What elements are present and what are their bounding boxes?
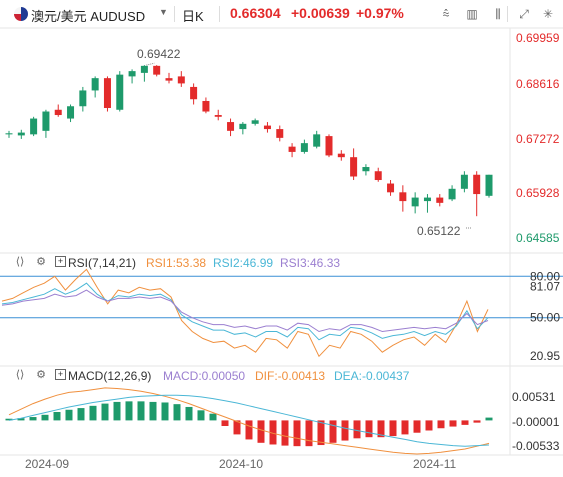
candle-body	[387, 183, 395, 193]
macd-histogram-bar	[341, 420, 349, 441]
candle-body	[399, 192, 407, 202]
chart-app: 澳元/美元 AUDUSD ▼ 日K 0.66304 +0.00639 +0.97…	[0, 0, 563, 477]
macd-histogram-bar	[149, 401, 157, 421]
macd-histogram-bar	[389, 420, 397, 437]
macd-histogram-bar	[245, 420, 253, 440]
high-marker	[146, 62, 155, 66]
price-axis-tick-label: 0.69959	[516, 31, 560, 45]
candle-body	[17, 132, 25, 136]
candle-body	[42, 111, 50, 131]
candle-body	[473, 174, 481, 195]
candle-body	[239, 123, 247, 130]
candle-body	[79, 90, 87, 107]
macd-histogram-bar	[485, 417, 493, 421]
candle-body	[263, 125, 271, 130]
candle-body	[423, 197, 431, 202]
candle-body	[460, 174, 468, 189]
time-axis-tick-label: 2024-11	[413, 457, 456, 471]
price-axis-tick-label: 0.68616	[516, 77, 560, 91]
low-annotation: 0.65122	[417, 224, 461, 238]
macd-histogram-bar	[425, 420, 433, 431]
candle-body	[190, 86, 198, 100]
macd-histogram-bar	[125, 401, 133, 421]
macd-histogram-bar	[221, 420, 229, 426]
macd-axis-tick-label: 0.00531	[512, 390, 556, 404]
candle-body	[54, 109, 62, 116]
macd-histogram-bar	[197, 410, 205, 421]
candle-body	[91, 78, 99, 91]
candle-body	[350, 157, 358, 177]
macd-histogram-bar	[329, 420, 337, 443]
macd-histogram-bar	[137, 401, 145, 421]
price-axis-tick-label: 0.65928	[516, 186, 560, 200]
macd-histogram-bar	[449, 420, 457, 427]
candle-body	[214, 115, 222, 117]
macd-histogram-bar	[29, 417, 37, 421]
macd-histogram-bar	[473, 420, 481, 423]
chart-canvas[interactable]: 0.69422 0.65122 0.69959 0.68616 0.67272 0.65…	[0, 0, 563, 477]
macd-histogram-bar	[173, 404, 181, 421]
candle-body	[313, 134, 321, 147]
macd-histogram-bar	[101, 403, 109, 421]
macd-histogram-bar	[65, 409, 73, 421]
candle-body	[116, 74, 124, 110]
candle-body	[128, 71, 136, 77]
candle-body	[165, 78, 173, 81]
rsi-axis-tick-label: 50.00	[530, 311, 560, 325]
candle-body	[276, 129, 284, 138]
price-axis-tick-label: 0.67272	[516, 132, 560, 146]
candle-body	[30, 118, 38, 135]
candle-body	[436, 197, 444, 203]
candle-body	[202, 100, 210, 112]
macd-histogram-bar	[53, 412, 61, 421]
macd-histogram-bar	[77, 408, 85, 421]
rsi-axis-tick-label: 81.07	[530, 279, 560, 293]
candle-body	[485, 174, 493, 196]
macd-histogram-bar	[113, 401, 121, 421]
macd-histogram-bar	[401, 420, 409, 435]
candle-body	[67, 106, 75, 119]
macd-histogram-bar	[413, 420, 421, 433]
rsi-series-rsi3	[1, 289, 489, 333]
rsi-axis-tick-label: 20.95	[530, 349, 560, 363]
high-annotation: 0.69422	[137, 47, 181, 61]
macd-histogram-bar	[209, 413, 217, 421]
time-axis-tick-label: 2024-10	[219, 457, 263, 471]
macd-histogram-bar	[353, 420, 361, 439]
macd-axis-tick-label: -0.00001	[512, 415, 560, 429]
candle-body	[177, 76, 185, 84]
macd-histogram-bar	[257, 420, 265, 443]
candle-body	[5, 133, 13, 135]
macd-histogram-bar	[437, 420, 445, 429]
candle-body	[153, 65, 161, 75]
macd-histogram-bar	[41, 414, 49, 421]
macd-histogram-bar	[293, 420, 301, 447]
candle-body	[300, 143, 308, 152]
candle-body	[325, 136, 333, 156]
candle-body	[374, 171, 382, 181]
macd-histogram-bar	[89, 405, 97, 421]
candle-body	[103, 78, 111, 109]
macd-histogram-bar	[317, 420, 325, 446]
candle-body	[288, 146, 296, 152]
candle-body	[140, 65, 148, 73]
candle-body	[362, 167, 370, 172]
rsi-series-rsi1	[1, 268, 489, 358]
time-axis-tick-label: 2024-09	[25, 457, 69, 471]
macd-histogram-bar	[365, 420, 373, 438]
candle-body	[251, 120, 259, 124]
macd-axis-tick-label: -0.00533	[512, 439, 560, 453]
candle-body	[337, 153, 345, 158]
macd-histogram-bar	[305, 420, 313, 447]
macd-histogram-bar	[281, 420, 289, 446]
macd-histogram-bar	[185, 406, 193, 421]
price-axis-tick-label: 0.64585	[516, 231, 560, 245]
rsi-series-rsi2	[1, 282, 489, 341]
macd-histogram-bar	[161, 402, 169, 421]
candle-body	[227, 122, 235, 131]
candle-body	[411, 197, 419, 207]
candle-body	[448, 188, 456, 200]
macd-histogram-bar	[461, 420, 469, 425]
